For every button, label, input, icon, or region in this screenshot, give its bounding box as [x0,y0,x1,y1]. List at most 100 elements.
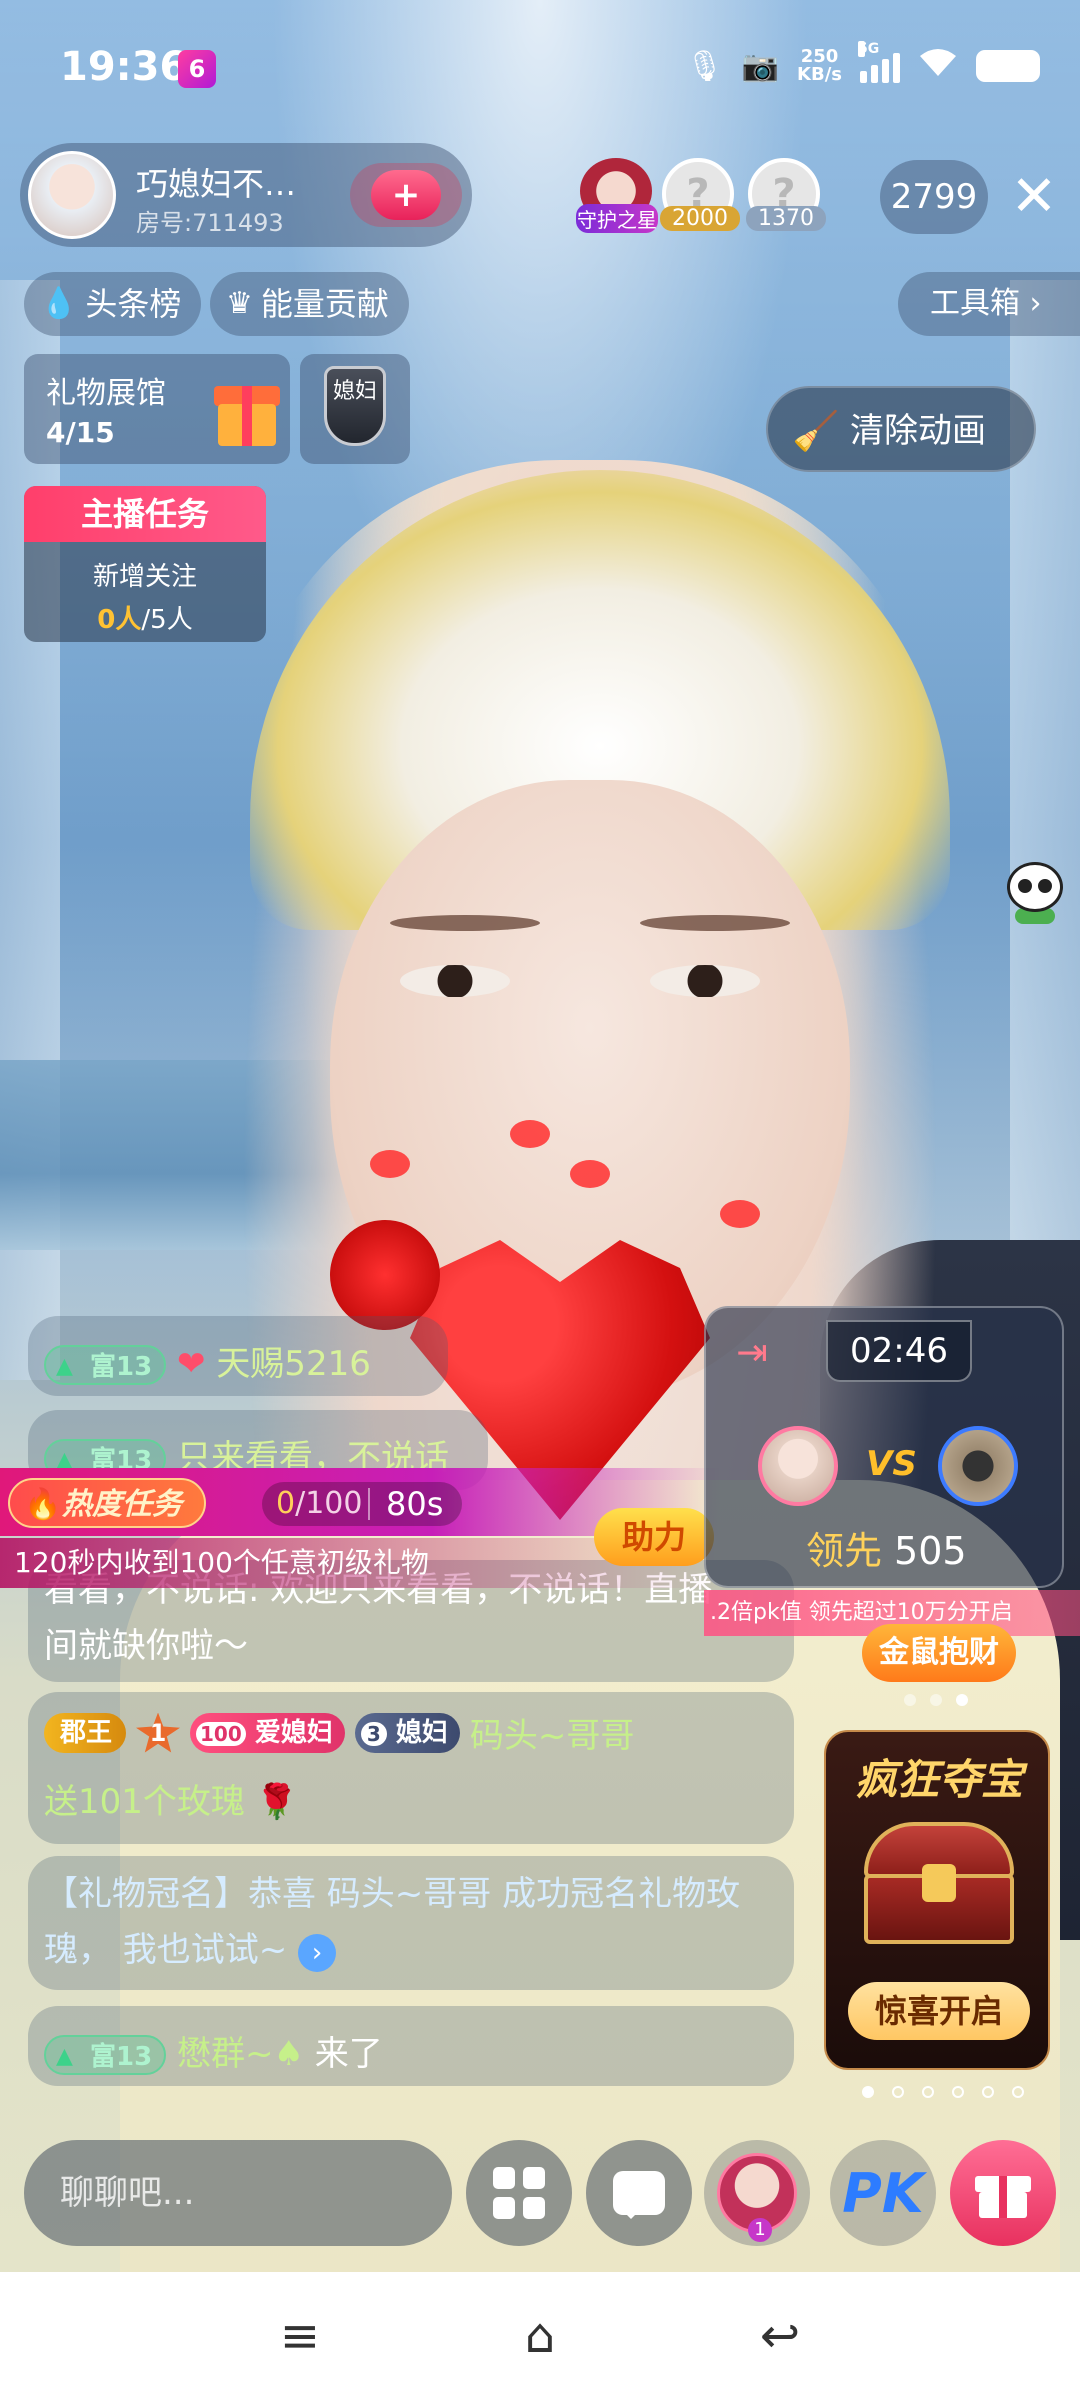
menu-icon[interactable]: ≡ [260,2306,340,2366]
chevron-right-icon[interactable]: › [298,1934,337,1972]
guardian-button[interactable]: 1 [704,2140,810,2246]
cell-signal-icon: 5G [858,41,900,83]
microphone-icon: 🎙 [685,48,724,84]
chat-bubble-icon [613,2171,665,2219]
headline-rank-button[interactable]: 💧 头条榜 [24,272,202,336]
guardian-star[interactable]: 守护之星 [576,158,658,234]
message-button[interactable] [586,2140,692,2246]
treasure-title: 疯狂夺宝 [854,1755,1023,1804]
heart-icon: ❤ [177,1344,206,1384]
host-name: 巧媳妇不… [136,165,297,203]
divider [368,1488,370,1520]
home-icon[interactable]: ⌂ [500,2306,580,2366]
right-eye [650,965,760,997]
surprise-open-button[interactable]: 惊喜开启 [848,1982,1030,2040]
host-info[interactable]: 巧媳妇不… 房号:711493 + [20,143,472,247]
left-eye [400,965,510,997]
status-bar: 19:36 6 🎙 📷 250 KB/s 5G [0,0,1080,140]
anchor-task-progress: 0人/5人 [97,605,193,635]
rank-badge-prince: 郡王 [44,1712,127,1753]
energy-contribution-button[interactable]: ♛ 能量贡献 [210,272,409,336]
grid-icon [493,2167,545,2219]
activity-pager [862,2086,1024,2098]
chat-text-line2: 间就缺你啦～ [44,1626,248,1666]
pk-opponent-avatar[interactable] [938,1426,1018,1506]
exit-icon[interactable]: ⇥ [736,1330,768,1374]
hot-task-timer: 80s [386,1485,444,1523]
status-icons: 🎙 📷 250 KB/s 5G [685,41,1040,86]
chat-text: 来了 [314,2034,383,2074]
guardian-avatar-icon: 1 [717,2153,797,2242]
chat-username: 天赐5216 [216,1344,371,1384]
wifi-icon [918,46,958,86]
panda-sticker[interactable] [1000,862,1070,932]
pk-icon: PK [842,2161,924,2225]
shield-icon: 媳妇 [324,366,386,446]
gift-button[interactable] [950,2140,1056,2246]
rose-icon: 🌹 [255,1782,299,1822]
hot-task-label: 🔥 热度任务 [8,1478,206,1528]
close-icon[interactable]: ✕ [1004,160,1064,234]
rich-level-badge: 富13 [44,1345,167,1387]
follow-button[interactable]: + [350,163,462,227]
clear-animation-label: 清除动画 [850,411,986,451]
gift-text: 送101个玫瑰 [44,1782,245,1822]
chat-message[interactable]: 郡王 1 100 爱媳妇 3 媳妇 码头~哥哥 送101个玫瑰 🌹 [28,1692,794,1844]
gallery-progress: 4/15 [46,416,115,449]
top-viewer-1[interactable]: ? 2000 [660,158,740,234]
toolbox-button[interactable]: 工具箱 › [898,272,1080,336]
clock: 19:36 [60,44,188,90]
back-icon[interactable]: ↩ [740,2306,820,2366]
pk-button[interactable]: PK [830,2140,936,2246]
fan-badge[interactable]: 媳妇 [300,354,410,464]
gallery-title: 礼物展馆 [46,376,166,411]
anchor-task-name: 新增关注 [92,562,197,592]
gold-mouse-button[interactable]: 金鼠抱财 [862,1624,1016,1682]
app-badge-icon: 6 [178,50,216,88]
pk-timer: 02:46 [826,1320,972,1382]
host-avatar[interactable] [28,151,116,239]
net-speed: 250 KB/s [797,48,842,84]
pk-pager [904,1694,968,1706]
anchor-task-card[interactable]: 主播任务 新增关注 0人/5人 [24,486,266,642]
chat-input[interactable]: 聊聊吧... [24,2140,452,2246]
chat-username: 码头~哥哥 [469,1716,635,1756]
pk-panel[interactable]: ⇥ 02:46 VS 领先 505 [704,1306,1064,1588]
pk-vs-label: VS [866,1444,917,1484]
headline-rank-label: 头条榜 [85,285,182,323]
system-message-line2-wrap: 瑰， 我也试试~ › [44,1922,337,1972]
fan-badge-love: 100 爱媳妇 [190,1712,345,1753]
gift-box-icon [214,374,280,446]
chat-message[interactable]: 【礼物冠名】恭喜 码头~哥哥 成功冠名礼物玫 瑰， 我也试试~ › [28,1856,794,1990]
viewer-count[interactable]: 2799 [880,160,988,234]
top-viewer-2[interactable]: ? 1370 [746,158,826,234]
heart-plus-icon: + [371,170,441,220]
assist-button[interactable]: 助力 [594,1508,714,1566]
gift-gallery[interactable]: 礼物展馆 4/15 [24,354,290,464]
chat-message[interactable]: 富13 ❤ 天赐5216 [28,1316,448,1396]
petal [570,1160,610,1188]
chat-username: 懋群~♠ [177,2034,304,2074]
network-type: 5G [858,41,880,57]
gift-icon [975,2168,1031,2218]
level-star-badge: 1 [136,1712,181,1753]
chat-message[interactable]: 富13 懋群~♠ 来了 [28,2006,794,2086]
clear-animation-button[interactable]: 🧹 清除动画 [766,386,1036,472]
rich-level-badge: 富13 [44,2035,167,2077]
net-speed-unit: KB/s [797,64,842,85]
fan-badge-wife: 3 媳妇 [354,1712,460,1753]
pk-host-avatar[interactable] [758,1426,838,1506]
petal [510,1120,550,1148]
petal [370,1150,410,1178]
camera-icon: 📷 [741,48,780,84]
right-brow [640,915,790,931]
broom-icon: 🧹 [792,409,840,453]
more-apps-button[interactable] [466,2140,572,2246]
treasure-card[interactable]: 疯狂夺宝 惊喜开启 [824,1730,1050,2070]
energy-label: 能量贡献 [260,285,389,323]
guardian-count: 1 [748,2218,772,2242]
left-brow [390,915,540,931]
rose-icon [330,1220,440,1330]
petal [720,1200,760,1228]
guardian-label: 守护之星 [576,204,658,233]
